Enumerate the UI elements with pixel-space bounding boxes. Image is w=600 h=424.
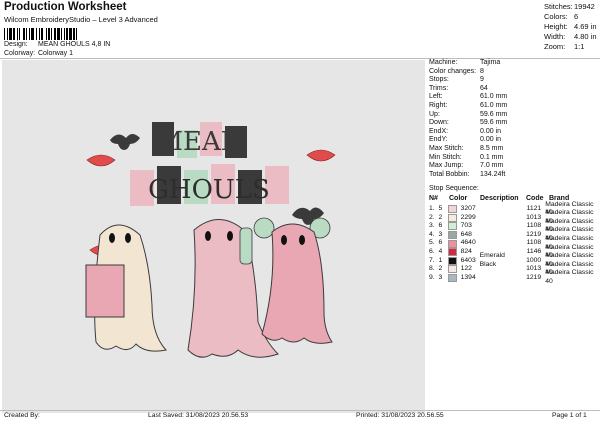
stat-colors: Colors: 6 [544, 12, 579, 21]
needle-number: 6 [438, 239, 443, 247]
stop-number: 1. [429, 205, 435, 212]
thread-code: 1219 [526, 230, 542, 238]
stat-width: Width: 4.80 in [544, 32, 597, 41]
barcode [4, 28, 144, 40]
needle-number: 1 [438, 256, 443, 264]
thread-code: 1013 [526, 213, 542, 221]
thread-code: 1146 [526, 247, 542, 255]
color-swatch [447, 205, 457, 214]
colorway-label: Colorway: [4, 50, 36, 57]
stop-number: 7. [429, 256, 435, 264]
stop-number: 4. [429, 230, 435, 238]
color-code: 6403 [460, 256, 476, 264]
color-swatch [447, 231, 457, 240]
color-code: 4640 [460, 239, 476, 247]
bat-icon [110, 134, 140, 150]
stop-number: 9. [429, 273, 435, 281]
printed-date: Printed: 31/08/2023 20.56.55 [356, 412, 444, 419]
design-value: MEAN GHOULS 4,8 IN [38, 41, 111, 48]
design-row: Design: MEAN GHOULS 4,8 IN [4, 41, 110, 48]
embroidery-artwork: MEAN GHOULS [85, 122, 336, 358]
ghouls-title-text: GHOULS [148, 175, 270, 205]
page-title: Production Worksheet [4, 1, 127, 13]
cream-ghost [85, 224, 167, 352]
thread-code: 1108 [526, 239, 542, 247]
thread-code: 1108 [526, 222, 542, 230]
color-swatch [447, 248, 457, 257]
machine-info-row: Max Stitch: 8.5 mm [429, 144, 504, 152]
stop-number: 6. [429, 247, 435, 255]
color-code: 3207 [460, 205, 476, 212]
machine-info-row: Total Bobbin: 134.24ft [429, 170, 506, 178]
needle-number: 4 [438, 247, 443, 255]
machine-info-row: Color changes: 8 [429, 67, 484, 75]
color-swatch [447, 213, 457, 222]
design-preview: MEAN GHOULS [2, 60, 425, 413]
colorway-row: Colorway: Colorway 1 [4, 50, 73, 57]
color-description: Emerald Black [479, 252, 505, 268]
color-code: 122 [460, 265, 472, 273]
color-code: 703 [460, 222, 472, 230]
color-swatch [447, 256, 457, 265]
stop-number: 5. [429, 239, 435, 247]
machine-info-row: Down: 59.6 mm [429, 119, 508, 127]
stop-sequence-title: Stop Sequence: [429, 185, 479, 192]
created-by: Created By: [4, 412, 40, 419]
color-swatch [447, 239, 457, 248]
col-description: Description [480, 195, 519, 202]
machine-info-row: EndY: 0.00 in [429, 136, 502, 144]
stop-number: 2. [429, 213, 435, 221]
machine-info-row: EndX: 0.00 in [429, 127, 502, 135]
needle-number: 3 [438, 230, 443, 238]
color-code: 648 [460, 230, 472, 238]
stat-zoom: Zoom: 1:1 [544, 42, 585, 51]
sequence-table: 1. 5 3207 1121 Madeira Classic 40 2. 2 2299 1013… [429, 201, 600, 285]
col-color: Color [449, 195, 468, 202]
machine-info-row: Min Stitch: 0.1 mm [429, 153, 504, 161]
machine-info-row: Up: 59.6 mm [429, 110, 508, 118]
design-stats: Stitches: 19942 Colors: 6 Height: 4.69 in W… [544, 2, 597, 52]
mean-title-text: MEAN [156, 127, 243, 157]
mean-title: MEAN [152, 122, 247, 158]
machine-info-row: Left: 61.0 mm [429, 93, 508, 101]
color-swatch [447, 274, 457, 283]
software-name: Wilcom EmbroideryStudio – Level 3 Advanc… [4, 15, 158, 24]
stat-stitches: Stitches: 19942 [544, 2, 595, 11]
thread-code: 1219 [526, 273, 542, 281]
rose-ghost [253, 217, 333, 344]
machine-info-row: Machine: Tajima [429, 59, 501, 66]
color-swatch [447, 265, 457, 274]
color-code: 1394 [460, 273, 476, 281]
page-number: Page 1 of 1 [552, 412, 587, 419]
color-code: 824 [460, 247, 472, 255]
thread-code: 1013 [526, 265, 542, 273]
last-saved: Last Saved: 31/08/2023 20.56.53 [148, 412, 249, 419]
thread-brand: Madeira Classic 40 [545, 269, 594, 286]
colorway-value: Colorway 1 [38, 50, 74, 57]
stop-number: 8. [429, 265, 435, 273]
footer-divider [0, 410, 600, 411]
stop-number: 3. [429, 222, 435, 230]
ghouls-title: GHOULS [130, 164, 289, 206]
col-n: N# [429, 195, 438, 202]
sequence-row: 9. 3 1394 1219 Madeira Classic 40 [429, 269, 600, 285]
color-code: 2299 [460, 213, 476, 221]
needle-number: 2 [438, 265, 443, 273]
stat-height: Height: 4.69 in [544, 22, 597, 31]
thread-code: 1000 [526, 256, 542, 264]
thread-code: 1121 [526, 205, 542, 212]
color-swatch [447, 222, 457, 231]
machine-info: Machine: Tajima Color changes: 8 Stops: 9 Trim… [429, 59, 599, 179]
design-label: Design: [4, 41, 28, 48]
machine-info-row: Stops: 9 [429, 76, 484, 84]
needle-number: 3 [438, 273, 443, 281]
needle-number: 6 [438, 222, 443, 230]
machine-info-row: Right: 61.0 mm [429, 101, 508, 109]
needle-number: 2 [438, 213, 443, 221]
machine-info-row: Max Jump: 7.0 mm [429, 162, 504, 170]
machine-info-row: Trims: 64 [429, 84, 488, 92]
needle-number: 5 [438, 205, 443, 212]
